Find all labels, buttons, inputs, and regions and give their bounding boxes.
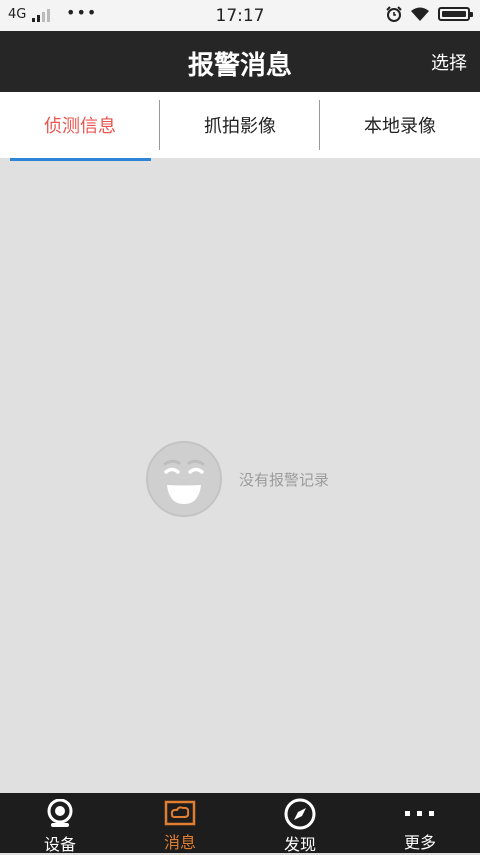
compass-icon <box>284 798 316 830</box>
nav-label: 消息 <box>163 833 196 852</box>
nav-label: 设备 <box>43 835 76 854</box>
tab-snapshots[interactable]: 抓拍影像 <box>160 92 320 158</box>
wifi-icon <box>411 7 429 21</box>
nav-label: 更多 <box>403 833 436 852</box>
battery-icon <box>438 7 473 21</box>
empty-message: 没有报警记录 <box>239 470 330 489</box>
nav-messages[interactable]: 消息 <box>120 793 240 853</box>
tab-label: 抓拍影像 <box>204 116 276 137</box>
camera-icon <box>47 799 73 827</box>
alarm-icon <box>386 6 402 22</box>
more-dots-icon <box>405 811 434 816</box>
page-title: 报警消息 <box>187 51 292 81</box>
nav-discover[interactable]: 发现 <box>240 793 360 854</box>
smiley-face-icon <box>146 441 222 517</box>
status-bar: 4G ••• 17:17 <box>0 0 480 31</box>
message-cloud-icon <box>164 800 196 826</box>
bottom-nav: 设备 消息 发现 更多 <box>0 793 480 854</box>
nav-devices[interactable]: 设备 <box>0 793 120 854</box>
empty-state: 没有报警记录 <box>145 440 329 518</box>
select-button[interactable]: 选择 <box>431 49 467 75</box>
tab-local-recordings[interactable]: 本地录像 <box>320 92 480 158</box>
title-bar: 报警消息 选择 <box>0 31 480 92</box>
active-tab-indicator <box>10 158 151 161</box>
tab-label: 侦测信息 <box>44 116 116 137</box>
nav-more[interactable]: 更多 <box>360 793 480 853</box>
tab-label: 本地录像 <box>364 116 436 137</box>
nav-label: 发现 <box>283 835 316 854</box>
tab-bar: 侦测信息 抓拍影像 本地录像 <box>0 92 480 158</box>
tab-detection-info[interactable]: 侦测信息 <box>0 92 160 158</box>
